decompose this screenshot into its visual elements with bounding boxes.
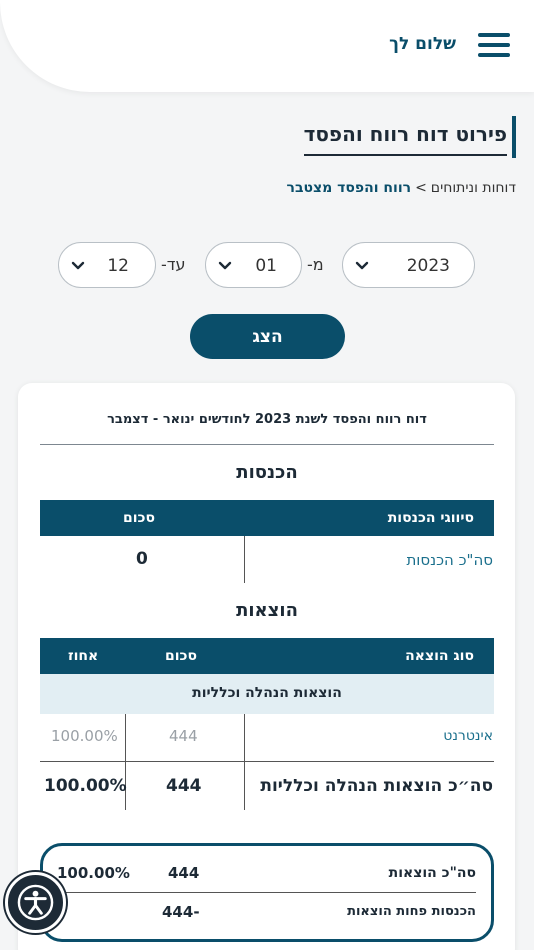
- summary-net-label: הכנסות פחות הוצאות: [347, 904, 476, 919]
- hamburger-line: [478, 53, 510, 57]
- breadcrumb: דוחות וניתוחים>רווח והפסד מצטבר: [287, 180, 516, 196]
- hamburger-line: [478, 33, 510, 37]
- breadcrumb-parent[interactable]: דוחות וניתוחים: [431, 180, 516, 196]
- chevron-down-icon: [355, 261, 369, 270]
- table-divider: [244, 536, 245, 583]
- accessibility-button[interactable]: [5, 872, 66, 933]
- expenses-group-total-amount: 444: [166, 776, 202, 796]
- expenses-group-total-label: סה״כ הוצאות הנהלה וכלליות: [260, 776, 493, 796]
- income-total-value: 0: [136, 549, 148, 569]
- table-divider: [244, 714, 245, 810]
- income-col-amount: סכום: [123, 510, 155, 526]
- chevron-down-icon: [71, 261, 85, 270]
- to-month-value: 12: [107, 256, 129, 276]
- greeting-text: שלום לך: [389, 34, 456, 54]
- summary-total-expenses-percent: 100.00%: [57, 864, 130, 882]
- income-col-category: סיווגי הכנסות: [387, 510, 474, 526]
- summary-net-amount: -444: [162, 903, 200, 921]
- expenses-col-type: סוג הוצאה: [405, 648, 474, 664]
- accessibility-icon: [17, 884, 54, 921]
- expenses-section-title: הוצאות: [236, 600, 298, 621]
- expense-percent: 100.00%: [51, 727, 118, 745]
- income-table-header: סיווגי הכנסות סכום: [40, 500, 494, 536]
- from-label: מ-: [307, 255, 324, 274]
- report-divider: [40, 444, 494, 445]
- expenses-col-percent: אחוז: [68, 648, 99, 664]
- summary-divider: [58, 892, 476, 893]
- from-month-select[interactable]: 01: [205, 242, 302, 288]
- page-title-accent: [512, 116, 516, 158]
- table-divider: [40, 761, 494, 762]
- expenses-col-amount: סכום: [165, 648, 197, 664]
- summary-total-expenses-amount: 444: [168, 864, 200, 882]
- from-month-value: 01: [255, 256, 277, 276]
- hamburger-icon[interactable]: [478, 33, 510, 57]
- expense-amount: 444: [169, 727, 198, 745]
- income-section-title: הכנסות: [236, 462, 298, 483]
- expense-type[interactable]: אינטרנט: [443, 728, 493, 744]
- chevron-down-icon: [218, 261, 232, 270]
- income-total-label[interactable]: סה"כ הכנסות: [406, 551, 493, 569]
- summary-total-expenses-label: סה"כ הוצאות: [388, 865, 476, 881]
- page-title: פירוט דוח רווח והפסד: [303, 122, 507, 156]
- expenses-table-header: סוג הוצאה סכום אחוז: [40, 638, 494, 674]
- expenses-group-row: הוצאות הנהלה וכלליות: [40, 674, 494, 714]
- year-select[interactable]: 2023: [342, 242, 475, 288]
- to-month-select[interactable]: 12: [58, 242, 156, 288]
- report-heading: דוח רווח והפסד לשנת 2023 לחודשים ינואר -…: [107, 412, 427, 427]
- breadcrumb-current: רווח והפסד מצטבר: [286, 180, 412, 196]
- breadcrumb-separator: >: [415, 180, 427, 196]
- hamburger-line: [478, 43, 510, 47]
- to-label: עד-: [161, 255, 186, 274]
- year-select-value: 2023: [406, 256, 450, 276]
- show-button[interactable]: הצג: [190, 314, 345, 359]
- expenses-group-total-percent: 100.00%: [44, 776, 127, 796]
